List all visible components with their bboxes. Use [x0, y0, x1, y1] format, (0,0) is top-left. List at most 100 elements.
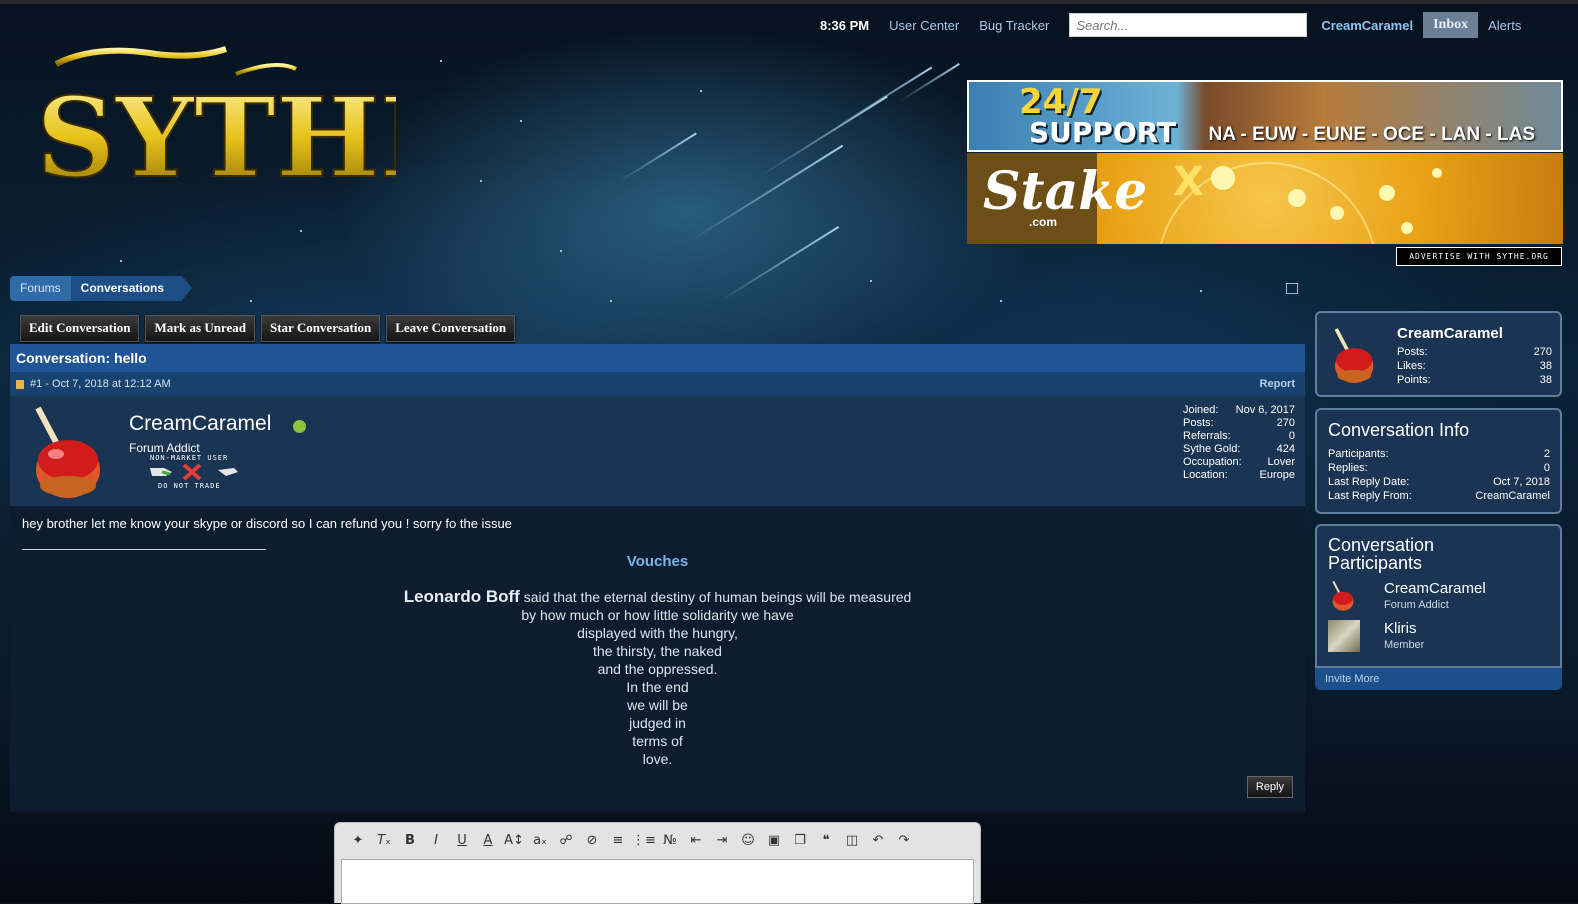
participants-title: Conversation Participants [1328, 535, 1435, 573]
unlink-icon[interactable]: ⊘ [579, 830, 605, 852]
visitor-stats: Posts: 270 Likes: 38 Points: 38 [1397, 345, 1552, 387]
ad-orbs-graphic [1159, 162, 1442, 244]
participant-item[interactable]: CreamCaramel Forum Addict [1328, 578, 1550, 616]
image-icon[interactable]: ▣ [761, 830, 787, 852]
post-author-name[interactable]: CreamCaramel [129, 412, 271, 436]
italic-icon[interactable]: I [423, 830, 449, 852]
quote-line: the thirsty, the naked [593, 643, 722, 659]
stat-row: Likes: 38 [1397, 360, 1552, 372]
post-author-title: Forum Addict [129, 441, 200, 455]
post-author-block: CreamCaramel Forum Addict NON-MARKET USE… [10, 396, 1305, 506]
visitor-avatar[interactable] [1329, 325, 1383, 387]
bug-tracker-link[interactable]: Bug Tracker [979, 18, 1049, 33]
align-icon[interactable]: ≡ [605, 830, 631, 852]
undo-icon[interactable]: ↶ [865, 830, 891, 852]
conversation-info-title: Conversation Info [1328, 420, 1470, 440]
candy-apple-avatar-icon [1334, 328, 1374, 383]
reply-editor: ✦ Tₓ B I U A A↕ aₓ ☍ ⊘ ≡ ⋮≡ № ⇤ ⇥ ☺ ▣ ❐ … [334, 822, 981, 904]
invite-more-link[interactable]: Invite More [1315, 668, 1562, 690]
stat-row: Joined: Nov 6, 2017 [1183, 404, 1295, 416]
stat-row: Occupation: Lover [1183, 456, 1295, 468]
participant-name[interactable]: CreamCaramel [1384, 580, 1486, 597]
search-input[interactable] [1069, 13, 1308, 37]
top-border [0, 0, 1578, 4]
candy-apple-avatar-icon [35, 406, 100, 498]
info-row: Last Reply Date: Oct 7, 2018 [1328, 476, 1550, 488]
conversation-panel: Conversation: hello #1 - Oct 7, 2018 at … [10, 344, 1305, 812]
stat-row: Points: 38 [1397, 374, 1552, 386]
save-draft-icon[interactable]: ◫ [839, 830, 865, 852]
online-status-icon [293, 420, 306, 433]
conversation-actions: Edit Conversation Mark as Unread Star Co… [20, 315, 516, 342]
support-ad-banner[interactable]: 24/7 SUPPORT NA - EUW - EUNE - OCE - LAN… [967, 80, 1563, 152]
number-list-icon[interactable]: № [657, 830, 683, 852]
wand-icon[interactable]: ✦ [345, 830, 371, 852]
top-navigation: 8:36 PM User Center Bug Tracker CreamCar… [820, 12, 1521, 38]
quote-first-line: Leonardo Boff said that the eternal dest… [403, 587, 912, 606]
stake-ad-banner[interactable]: Stake .com X [967, 153, 1563, 244]
font-size-icon[interactable]: A↕ [501, 830, 527, 852]
font-family-icon[interactable]: aₓ [527, 830, 553, 852]
reply-button[interactable]: Reply [1246, 776, 1293, 798]
message-textarea[interactable] [341, 859, 974, 904]
link-icon[interactable]: ☍ [553, 830, 579, 852]
quote-line: we will be [627, 697, 688, 713]
clock: 8:36 PM [820, 17, 870, 33]
report-link[interactable]: Report [1260, 372, 1295, 396]
author-stats: Joined: Nov 6, 2017 Posts: 270 Referrals: 0… [1183, 404, 1295, 482]
account-link[interactable]: CreamCaramel [1321, 18, 1413, 33]
indent-icon[interactable]: ⇥ [709, 830, 735, 852]
redo-icon[interactable]: ↷ [891, 830, 917, 852]
smiley-icon[interactable]: ☺ [735, 830, 761, 852]
quote-line: In the end [626, 679, 689, 695]
media-icon[interactable]: ❐ [787, 830, 813, 852]
logo-image: SYTHE [35, 46, 465, 203]
stat-row: Posts: 270 [1397, 346, 1552, 358]
avatar[interactable] [26, 404, 116, 502]
breadcrumb-conversations[interactable]: Conversations [70, 276, 183, 301]
breadcrumb: Forums Conversations [10, 276, 193, 301]
inbox-tab[interactable]: Inbox [1423, 12, 1479, 38]
visitor-name[interactable]: CreamCaramel [1397, 325, 1503, 342]
conversation-info-rows: Participants: 2 Replies: 0 Last Reply Date… [1328, 447, 1550, 503]
breadcrumb-forums[interactable]: Forums [10, 276, 71, 301]
candy-apple-avatar-icon [1332, 580, 1354, 611]
leave-conversation-button[interactable]: Leave Conversation [386, 315, 516, 342]
participant-avatar[interactable] [1328, 620, 1360, 652]
badge-bottom-text: DO NOT TRADE [158, 482, 221, 490]
stat-row: Posts: 270 [1183, 417, 1295, 429]
quote-line: terms of [632, 733, 683, 749]
quote-line: love. [642, 751, 673, 767]
participant-name[interactable]: Kliris [1384, 620, 1417, 637]
bullet-list-icon[interactable]: ⋮≡ [631, 830, 657, 852]
participant-avatar[interactable] [1328, 580, 1360, 612]
underline-icon[interactable]: U [449, 830, 475, 852]
site-logo[interactable]: SYTHE [35, 44, 465, 203]
user-center-link[interactable]: User Center [889, 18, 959, 33]
user-badges: NON-MARKET USER DO NOT TRADE [138, 454, 248, 490]
signature-vouches-link[interactable]: Vouches [10, 553, 1305, 570]
quote-line: by how much or how little solidarity we … [521, 607, 794, 623]
bold-icon[interactable]: B [397, 830, 423, 852]
clear-format-icon[interactable]: Tₓ [371, 830, 397, 852]
post-permalink[interactable]: #1 - Oct 7, 2018 at 12:12 AM [30, 372, 171, 396]
font-color-icon[interactable]: A [475, 830, 501, 852]
alerts-link[interactable]: Alerts [1488, 18, 1521, 33]
ad-regions: NA - EUW - EUNE - OCE - LAN - LAS [1208, 124, 1536, 145]
quote-icon[interactable]: ❝ [813, 830, 839, 852]
star-conversation-button[interactable]: Star Conversation [260, 315, 381, 342]
outdent-icon[interactable]: ⇤ [683, 830, 709, 852]
post-message: hey brother let me know your skype or di… [22, 516, 512, 531]
ad-subheadline: SUPPORT [1029, 116, 1177, 149]
mark-unread-button[interactable]: Mark as Unread [145, 315, 255, 342]
conversation-info-panel: Conversation Info Participants: 2 Replies… [1315, 408, 1562, 514]
popup-icon[interactable] [1286, 283, 1298, 294]
message-icon [16, 380, 24, 389]
visitor-panel: CreamCaramel Posts: 270 Likes: 38 Points: 3… [1315, 311, 1562, 397]
logo-text: SYTHE [36, 73, 396, 194]
participant-item[interactable]: Kliris Member [1328, 618, 1550, 656]
stat-row: Sythe Gold: 424 [1183, 443, 1295, 455]
edit-conversation-button[interactable]: Edit Conversation [20, 315, 140, 342]
badge-top-text: NON-MARKET USER [150, 454, 229, 462]
advertise-link[interactable]: ADVERTISE WITH SYTHE.ORG [1396, 247, 1562, 266]
